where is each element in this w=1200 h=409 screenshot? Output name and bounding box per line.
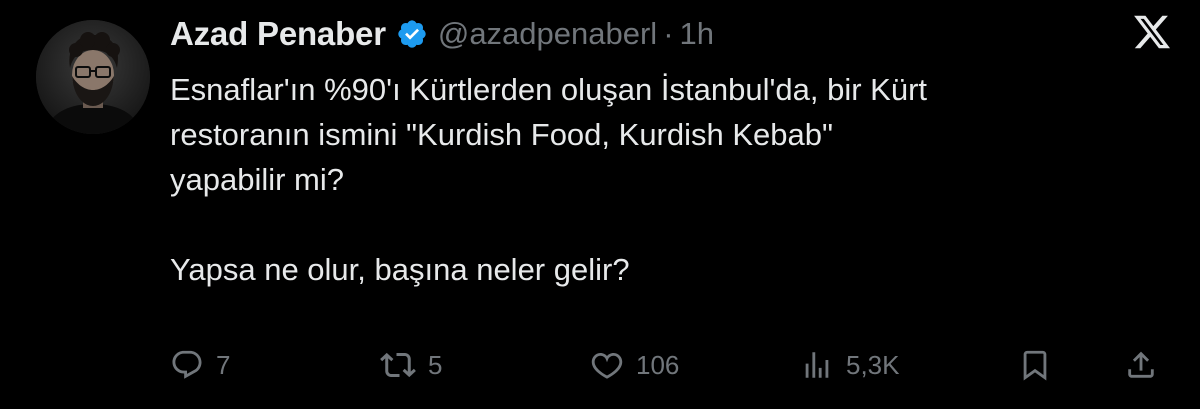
separator-dot: · [663,16,674,51]
tweet-paragraph-1: Esnaflar'ın %90'ı Kürtlerden oluşan İsta… [170,72,928,197]
like-count: 106 [636,349,680,380]
user-handle[interactable]: @azadpenaberl [438,16,657,52]
bookmark-icon [1018,348,1052,382]
action-bar: 7 5 106 5,3K [170,340,1170,390]
retweet-icon [380,347,416,383]
heart-icon [590,348,624,382]
tweet-paragraph-2: Yapsa ne olur, başına neler gelir? [170,252,630,287]
bookmark-button[interactable] [1018,340,1052,390]
retweet-count: 5 [428,349,443,380]
display-name[interactable]: Azad Penaber [170,15,386,53]
like-button[interactable]: 106 [590,340,679,390]
avatar[interactable] [36,20,150,134]
tweet-text: Esnaflar'ın %90'ı Kürtlerden oluşan İsta… [170,67,1170,292]
verified-badge-icon[interactable] [396,18,428,50]
views-icon [800,348,834,382]
views-button[interactable]: 5,3K [800,340,900,390]
tweet-header: Azad Penaber @azadpenaberl · 1h [170,10,714,58]
views-count: 5,3K [846,349,900,380]
retweet-button[interactable]: 5 [380,340,442,390]
reply-icon [170,348,204,382]
reply-button[interactable]: 7 [170,340,230,390]
tweet-card[interactable]: Azad Penaber @azadpenaberl · 1h Esnaflar… [0,0,1200,409]
avatar-photo [36,20,150,134]
share-icon [1124,348,1158,382]
timestamp[interactable]: 1h [680,16,714,52]
x-logo-icon [1132,12,1172,52]
reply-count: 7 [216,349,231,380]
share-button[interactable] [1124,340,1158,390]
